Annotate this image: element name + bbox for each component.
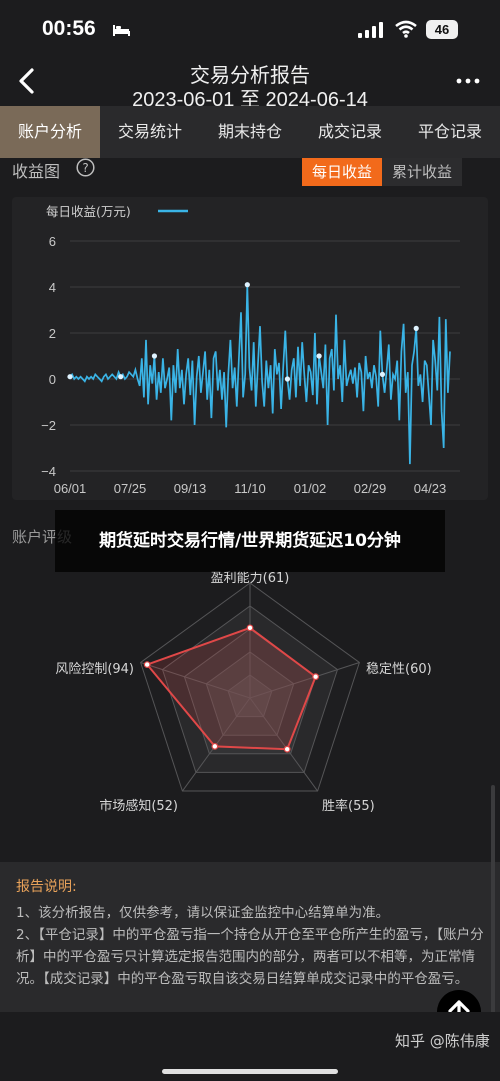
profit-line-chart: 6 4 2 0 −2 −4 06/01 07/25 09/13 11/10 01/02 02/29 0… [41, 204, 460, 496]
data-point [284, 376, 291, 382]
legend-label: 每日收益(万元) [46, 204, 131, 219]
radar-point [211, 742, 219, 750]
radar-axis-label: 盈利能力(61) [211, 571, 290, 586]
radar-point [246, 624, 254, 632]
scrollbar[interactable] [491, 785, 495, 1015]
profit-card-title: 收益图 [12, 162, 61, 181]
radar-point [143, 661, 151, 668]
data-point [244, 282, 250, 288]
y-tick-label: 4 [49, 280, 56, 295]
radar-svg: 盈利能力(61) 稳定性(60) 胜率(55) 市场感知(52) 风险控制(94) [55, 571, 432, 814]
radar-point [283, 745, 291, 753]
tab-fills[interactable]: 成交记录 [300, 106, 400, 158]
wifi-icon [395, 20, 417, 38]
more-options-icon[interactable] [456, 78, 480, 84]
y-tick-label: −4 [41, 464, 56, 479]
overlay-banner: 期货延时交易行情/世界期货延迟10分钟 [55, 510, 445, 572]
y-tick-label: −2 [41, 418, 56, 433]
battery-indicator: 46 [426, 20, 458, 39]
x-tick-label: 09/13 [174, 481, 207, 496]
cellular-signal-icon [358, 22, 383, 38]
report-tabs: 账户分析 交易统计 期末持仓 成交记录 平仓记录 [0, 106, 500, 158]
x-tick-label: 04/23 [414, 481, 447, 496]
radar-axis-label: 风险控制(94) [55, 662, 134, 677]
radar-axis-label: 稳定性(60) [366, 661, 432, 677]
radar-axis-label: 市场感知(52) [99, 798, 178, 814]
svg-text:?: ? [82, 161, 88, 175]
tab-closed-trades[interactable]: 平仓记录 [400, 106, 500, 158]
profit-chart: 6 4 2 0 −2 −4 06/01 07/25 09/13 11/10 01/02 02/29 0… [12, 197, 488, 500]
status-time: 00:56 [42, 17, 96, 40]
status-bar: 00:56 46 [0, 0, 500, 58]
data-point [151, 353, 158, 359]
series-line [69, 284, 451, 465]
data-point [67, 374, 73, 380]
sleep-focus-icon [113, 25, 130, 36]
report-notes: 报告说明: 1、该分析报告，仅供参考，请以保证金监控中心结算单为准。 2、【平仓… [0, 862, 500, 1012]
radar-chart: 盈利能力(61) 稳定性(60) 胜率(55) 市场感知(52) 风险控制(94) [0, 560, 500, 825]
note-item: 2、【平仓记录】中的平仓盈亏指一个持仓从开仓至平仓所产生的盈亏，【账户分析】中的… [16, 927, 484, 987]
watermark: 知乎 @陈伟康 [395, 1032, 490, 1050]
tab-account-analysis[interactable]: 账户分析 [0, 106, 100, 158]
data-point [379, 371, 386, 377]
help-icon[interactable]: ? [76, 158, 95, 177]
data-point [316, 353, 322, 359]
home-indicator[interactable] [162, 1069, 338, 1074]
x-tick-label: 07/25 [114, 481, 147, 496]
radar-axis-label: 胜率(55) [322, 798, 375, 814]
bottom-bar: 知乎 @陈伟康 [0, 1012, 500, 1081]
y-tick-label: 0 [49, 372, 56, 387]
x-tick-label: 01/02 [294, 481, 327, 496]
cumulative-profit-button[interactable]: 累计收益 [382, 158, 463, 186]
data-point [118, 374, 124, 380]
tab-trade-stats[interactable]: 交易统计 [100, 106, 200, 158]
header: 交易分析报告 2023-06-01 至 2024-06-14 [0, 58, 500, 111]
data-point [413, 325, 419, 331]
overlay-banner-text: 期货延时交易行情/世界期货延迟10分钟 [99, 530, 401, 551]
x-tick-label: 02/29 [354, 481, 387, 496]
y-tick-label: 2 [49, 326, 56, 341]
profit-mode-toggle: 每日收益 累计收益 [302, 158, 463, 186]
profit-card: 收益图 ? 每日收益 累计收益 6 4 2 0 −2 −4 06/01 07/25 09/13… [0, 158, 500, 500]
x-tick-label: 06/01 [54, 481, 87, 496]
radar-point [312, 673, 320, 681]
y-tick-label: 6 [49, 234, 56, 249]
daily-profit-button[interactable]: 每日收益 [302, 158, 383, 186]
note-item: 1、该分析报告，仅供参考，请以保证金监控中心结算单为准。 [16, 905, 390, 921]
notes-title: 报告说明: [16, 879, 77, 895]
x-tick-label: 11/10 [234, 481, 266, 496]
tab-positions[interactable]: 期末持仓 [200, 106, 300, 158]
